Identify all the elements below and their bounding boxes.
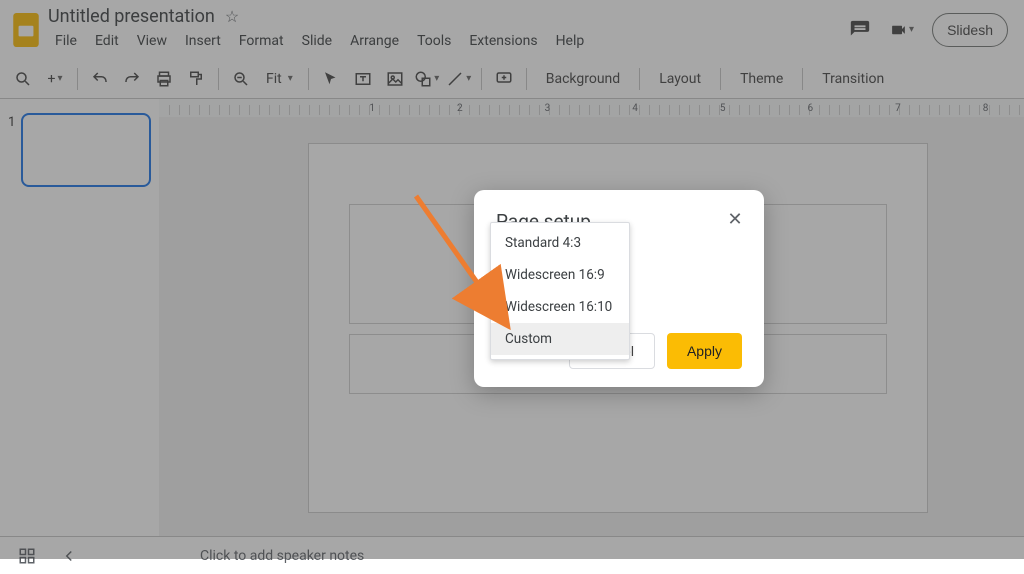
option-widescreen-16-9[interactable]: Widescreen 16:9 <box>491 259 629 291</box>
page-size-dropdown: Standard 4:3 Widescreen 16:9 Widescreen … <box>490 222 630 360</box>
close-icon[interactable]: ✕ <box>722 206 748 232</box>
option-custom[interactable]: Custom <box>491 323 629 355</box>
apply-button[interactable]: Apply <box>667 333 742 369</box>
option-standard[interactable]: Standard 4:3 <box>491 227 629 259</box>
option-widescreen-16-10[interactable]: Widescreen 16:10 <box>491 291 629 323</box>
